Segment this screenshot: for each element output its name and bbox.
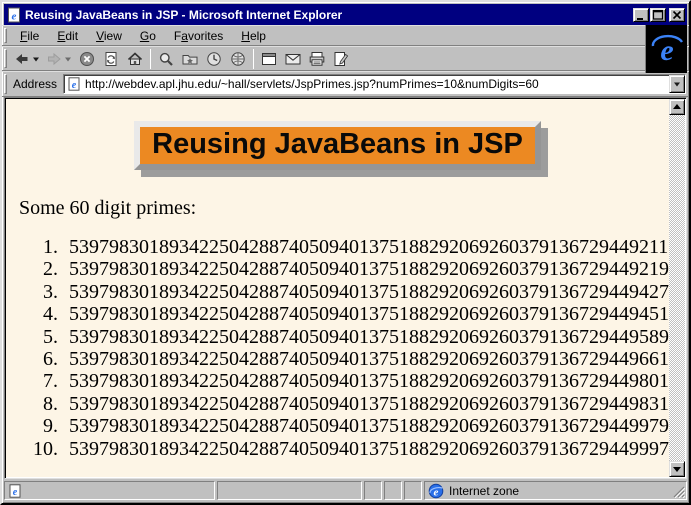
print-icon: [309, 51, 325, 67]
status-panel-cell: [364, 481, 382, 500]
fullscreen-button[interactable]: [257, 47, 281, 70]
svg-text:e: e: [12, 10, 17, 22]
address-bar: Address e http://webdev.apl.jhu.edu/~hal…: [2, 71, 689, 97]
prime-item: 5397983018934225042887405094013751882920…: [63, 393, 669, 415]
home-button[interactable]: [123, 47, 147, 70]
address-input[interactable]: e http://webdev.apl.jhu.edu/~hall/servle…: [63, 74, 686, 94]
minimize-icon: [635, 9, 647, 21]
address-dropdown-button[interactable]: [669, 75, 685, 93]
forward-button[interactable]: [43, 47, 75, 70]
status-panel-progress: [217, 481, 362, 500]
title-bar[interactable]: e Reusing JavaBeans in JSP - Microsoft I…: [4, 4, 687, 25]
mail-button[interactable]: [281, 47, 305, 70]
menu-view[interactable]: View: [87, 27, 131, 45]
svg-text:e: e: [72, 80, 77, 91]
chevron-down-icon: [32, 55, 40, 63]
addressbar-grip[interactable]: [4, 74, 7, 94]
address-label: Address: [13, 77, 58, 91]
address-url: http://webdev.apl.jhu.edu/~hall/servlets…: [85, 77, 539, 91]
print-button[interactable]: [305, 47, 329, 70]
prime-item: 5397983018934225042887405094013751882920…: [63, 258, 669, 280]
toolbar: [2, 46, 689, 71]
refresh-icon: [103, 51, 119, 67]
prime-item: 5397983018934225042887405094013751882920…: [63, 370, 669, 392]
menu-file[interactable]: File: [11, 27, 48, 45]
edit-icon: [333, 51, 349, 67]
menu-go[interactable]: Go: [131, 27, 165, 45]
favorites-icon: [182, 51, 198, 67]
mail-icon: [285, 51, 301, 67]
resize-grip[interactable]: [673, 486, 685, 498]
prime-item: 5397983018934225042887405094013751882920…: [63, 281, 669, 303]
ie-logo: e: [645, 25, 687, 73]
status-bar: e e Internet zone: [2, 479, 689, 503]
page-title: Reusing JavaBeans in JSP: [134, 121, 541, 170]
stop-icon: [79, 51, 95, 67]
primes-list: 5397983018934225042887405094013751882920…: [6, 236, 669, 460]
prime-item: 5397983018934225042887405094013751882920…: [63, 303, 669, 325]
page-content: Reusing JavaBeans in JSP Some 60 digit p…: [4, 97, 687, 479]
browser-window: e Reusing JavaBeans in JSP - Microsoft I…: [0, 0, 691, 505]
ie-page-icon: e: [67, 77, 81, 91]
toolbar-separator: [150, 48, 151, 69]
home-icon: [127, 51, 143, 67]
scroll-down-button[interactable]: [669, 461, 685, 477]
menu-help[interactable]: Help: [232, 27, 275, 45]
globe-icon: e: [428, 483, 444, 499]
channels-button[interactable]: [226, 47, 250, 70]
maximize-icon: [652, 9, 664, 21]
ie-logo-icon: e: [649, 30, 685, 68]
status-panel-main: e: [4, 481, 215, 500]
fullscreen-icon: [261, 51, 277, 67]
channels-icon: [230, 51, 246, 67]
vertical-scrollbar[interactable]: [669, 99, 685, 477]
refresh-button[interactable]: [99, 47, 123, 70]
stop-button[interactable]: [75, 47, 99, 70]
favorites-button[interactable]: [178, 47, 202, 70]
ie-page-icon: e: [8, 483, 22, 498]
toolbar-grip[interactable]: [4, 49, 7, 68]
maximize-button[interactable]: [650, 7, 666, 22]
prime-item: 5397983018934225042887405094013751882920…: [63, 438, 669, 460]
scroll-up-icon: [669, 99, 685, 115]
toolbar-separator: [253, 48, 254, 69]
close-icon: [671, 9, 683, 21]
back-icon: [14, 51, 30, 67]
prime-item: 5397983018934225042887405094013751882920…: [63, 326, 669, 348]
scroll-up-button[interactable]: [669, 99, 685, 115]
menubar-grip[interactable]: [4, 27, 7, 44]
menu-favorites[interactable]: Favorites: [165, 27, 232, 45]
close-button[interactable]: [669, 7, 685, 22]
scroll-down-icon: [669, 461, 685, 477]
search-button[interactable]: [154, 47, 178, 70]
back-button[interactable]: [11, 47, 43, 70]
search-icon: [158, 51, 174, 67]
svg-text:e: e: [434, 486, 439, 498]
chevron-down-icon: [673, 80, 681, 88]
ie-page-icon: e: [6, 7, 22, 23]
edit-button[interactable]: [329, 47, 353, 70]
chevron-down-icon: [64, 55, 72, 63]
prime-item: 5397983018934225042887405094013751882920…: [63, 236, 669, 258]
svg-text:e: e: [660, 34, 673, 67]
intro-text: Some 60 digit primes:: [19, 197, 197, 219]
status-panel-cell: [404, 481, 422, 500]
menu-edit[interactable]: Edit: [48, 27, 87, 45]
status-panel-zone: e Internet zone: [424, 481, 687, 500]
prime-item: 5397983018934225042887405094013751882920…: [63, 415, 669, 437]
forward-icon: [46, 51, 62, 67]
zone-label: Internet zone: [449, 483, 520, 498]
window-title: Reusing JavaBeans in JSP - Microsoft Int…: [25, 7, 343, 22]
svg-text:e: e: [13, 487, 18, 498]
history-icon: [206, 51, 222, 67]
menu-bar: File Edit View Go Favorites Help: [2, 25, 689, 46]
history-button[interactable]: [202, 47, 226, 70]
minimize-button[interactable]: [633, 7, 649, 22]
prime-item: 5397983018934225042887405094013751882920…: [63, 348, 669, 370]
status-panel-cell: [384, 481, 402, 500]
